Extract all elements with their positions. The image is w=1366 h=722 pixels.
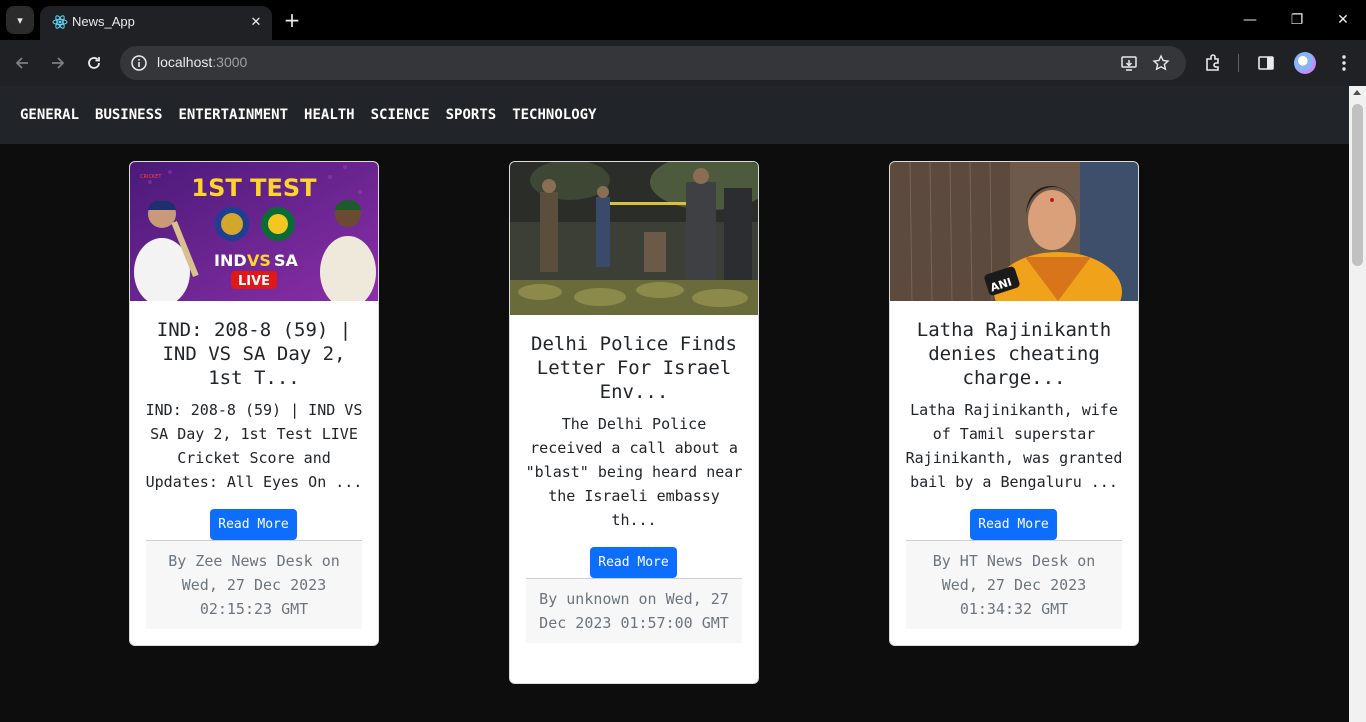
read-more-button[interactable]: Read More [590, 547, 677, 578]
article-description: Latha Rajinikanth, wife of Tamil superst… [905, 401, 1123, 491]
nav-item-sports[interactable]: SPORTS [446, 107, 497, 123]
scroll-up-arrow-icon[interactable] [1353, 90, 1361, 95]
extensions-icon[interactable] [1202, 52, 1224, 74]
image-live-badge: LIVE [238, 274, 270, 289]
image-team-right: SA [274, 251, 299, 270]
close-window-icon[interactable]: ✕ [1331, 8, 1355, 32]
react-logo-icon [52, 15, 68, 29]
tab-close-icon[interactable]: ✕ [246, 12, 266, 32]
article-footer: By Zee News Desk on Wed, 27 Dec 2023 02:… [146, 540, 362, 629]
category-navbar: GENERAL BUSINESS ENTERTAINMENT HEALTH SC… [0, 86, 1349, 144]
toolbar-divider [1238, 54, 1239, 72]
article-image: CRICKET 1ST TEST IND VS SA LIVE [130, 162, 378, 301]
address-bar[interactable]: localhost:3000 [120, 46, 1186, 80]
more-menu-icon[interactable] [1333, 52, 1355, 74]
article-description: IND: 208-8 (59) | IND VS SA Day 2, 1st T… [145, 401, 363, 491]
side-panel-icon[interactable] [1255, 52, 1277, 74]
bookmark-star-icon[interactable] [1152, 54, 1170, 72]
nav-item-science[interactable]: SCIENCE [371, 107, 430, 123]
browser-toolbar: localhost:3000 [0, 40, 1366, 86]
vertical-scrollbar[interactable] [1349, 86, 1366, 722]
article-description: The Delhi Police received a call about a… [525, 415, 743, 529]
minimize-icon[interactable]: — [1238, 8, 1262, 32]
article-title: Delhi Police Finds Letter For Israel Env… [531, 333, 737, 403]
article-title: IND: 208-8 (59) | IND VS SA Day 2, 1st T… [156, 319, 352, 389]
new-tab-button[interactable]: + [280, 8, 304, 32]
active-tab[interactable]: News_App ✕ [40, 6, 272, 40]
read-more-button[interactable]: Read More [210, 509, 297, 540]
news-card: CRICKET 1ST TEST IND VS SA LIVE IND: 208… [129, 161, 379, 646]
nav-item-technology[interactable]: TECHNOLOGY [512, 107, 596, 123]
tab-title: News_App [72, 14, 135, 29]
nav-item-health[interactable]: HEALTH [304, 107, 355, 123]
image-team-left: IND [214, 251, 247, 270]
restore-icon[interactable]: ❐ [1285, 8, 1309, 32]
profile-avatar[interactable] [1294, 52, 1316, 74]
read-more-button[interactable]: Read More [970, 509, 1057, 540]
nav-item-entertainment[interactable]: ENTERTAINMENT [178, 107, 288, 123]
image-headline: 1ST TEST [191, 174, 317, 202]
nav-item-business[interactable]: BUSINESS [95, 107, 162, 123]
article-image [510, 162, 758, 315]
news-card: Delhi Police Finds Letter For Israel Env… [509, 161, 759, 684]
tab-strip: ▾ News_App ✕ + — ❐ ✕ [0, 0, 1366, 40]
scroll-thumb[interactable] [1352, 104, 1363, 266]
chevron-down-icon: ▾ [17, 13, 23, 27]
article-footer: By HT News Desk on Wed, 27 Dec 2023 01:3… [906, 540, 1122, 629]
url-text[interactable]: localhost:3000 [157, 54, 247, 70]
article-title: Latha Rajinikanth denies cheating charge… [916, 319, 1112, 389]
article-image: ANI [890, 162, 1138, 301]
nav-item-general[interactable]: GENERAL [20, 107, 79, 123]
install-app-icon[interactable] [1120, 54, 1138, 72]
article-footer: By unknown on Wed, 27 Dec 2023 01:57:00 … [526, 578, 742, 643]
back-icon[interactable] [10, 51, 34, 75]
page-viewport: GENERAL BUSINESS ENTERTAINMENT HEALTH SC… [0, 86, 1349, 722]
news-card: ANI Latha Rajinikanth denies cheating ch… [889, 161, 1139, 646]
image-vs: VS [247, 251, 271, 270]
tab-search-button[interactable]: ▾ [6, 6, 34, 34]
forward-icon[interactable] [46, 51, 70, 75]
site-info-icon[interactable] [130, 54, 148, 72]
corner-logo-text: CRICKET [140, 174, 162, 180]
reload-icon[interactable] [82, 51, 106, 75]
